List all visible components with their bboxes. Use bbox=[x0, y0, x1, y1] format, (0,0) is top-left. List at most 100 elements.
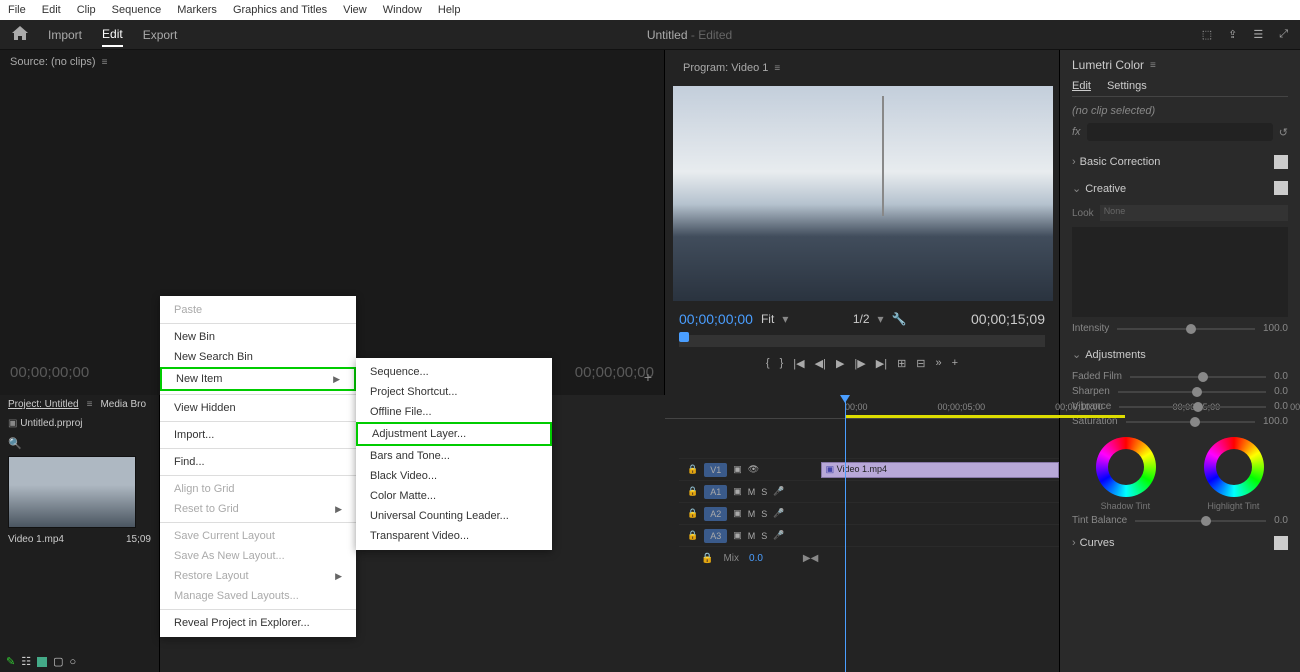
btn-add-icon[interactable]: + bbox=[952, 357, 958, 370]
look-dropdown[interactable]: None bbox=[1100, 205, 1288, 221]
section-creative[interactable]: Creative bbox=[1085, 183, 1126, 195]
source-title[interactable]: Source: (no clips) bbox=[10, 56, 96, 68]
fullscreen-icon[interactable]: ⤢ bbox=[1279, 28, 1288, 41]
lift-icon[interactable]: ⊞ bbox=[897, 357, 906, 370]
ctx-import[interactable]: Import... bbox=[160, 425, 356, 445]
section-curves[interactable]: Curves bbox=[1080, 537, 1115, 549]
ctx-sequence[interactable]: Sequence... bbox=[356, 362, 552, 382]
lumetri-tab-edit[interactable]: Edit bbox=[1072, 80, 1091, 92]
track-a2[interactable]: A2 bbox=[704, 507, 727, 521]
saturation-slider[interactable] bbox=[1126, 421, 1255, 423]
add-button-icon[interactable]: + bbox=[644, 369, 652, 385]
tab-project[interactable]: Project: Untitled bbox=[8, 399, 79, 410]
track-a3[interactable]: A3 bbox=[704, 529, 727, 543]
panel-menu-icon[interactable]: ≡ bbox=[102, 57, 108, 68]
mic-icon[interactable]: 🎤 bbox=[773, 530, 784, 541]
program-video[interactable] bbox=[673, 86, 1053, 301]
work-area[interactable] bbox=[845, 415, 1125, 418]
faded-slider[interactable] bbox=[1130, 376, 1266, 378]
solo-button[interactable]: S bbox=[761, 487, 767, 497]
chevron-right-icon[interactable]: › bbox=[1072, 537, 1076, 549]
lock-icon[interactable]: 🔒 bbox=[687, 530, 698, 541]
go-out-icon[interactable]: ▶| bbox=[876, 357, 887, 370]
ctx-project-shortcut[interactable]: Project Shortcut... bbox=[356, 382, 552, 402]
menu-help[interactable]: Help bbox=[438, 4, 461, 16]
enable-checkbox[interactable] bbox=[1274, 536, 1288, 550]
ctx-adjustment-layer[interactable]: Adjustment Layer... bbox=[356, 422, 552, 446]
mix-value[interactable]: 0.0 bbox=[749, 553, 763, 564]
menu-edit[interactable]: Edit bbox=[42, 4, 61, 16]
lock-icon[interactable]: 🔒 bbox=[701, 553, 713, 564]
chevron-down-icon[interactable]: ⌄ bbox=[1072, 349, 1081, 361]
toggle-output-icon[interactable]: ▣ bbox=[733, 486, 742, 497]
step-fwd-icon[interactable]: |▶ bbox=[854, 357, 865, 370]
zoom-slider[interactable]: ○ bbox=[70, 656, 77, 668]
ctx-reveal-explorer[interactable]: Reveal Project in Explorer... bbox=[160, 613, 356, 633]
freeform-icon[interactable]: ▢ bbox=[53, 655, 63, 668]
export-frame-icon[interactable]: » bbox=[936, 357, 942, 370]
clip-thumbnail[interactable] bbox=[8, 456, 136, 528]
effect-name-field[interactable] bbox=[1087, 123, 1273, 141]
solo-button[interactable]: S bbox=[761, 531, 767, 541]
ctx-color-matte[interactable]: Color Matte... bbox=[356, 486, 552, 506]
menu-markers[interactable]: Markers bbox=[177, 4, 217, 16]
search-icon[interactable]: 🔍 bbox=[8, 437, 22, 450]
lumetri-title[interactable]: Lumetri Color bbox=[1072, 58, 1144, 72]
program-scrubber[interactable] bbox=[679, 335, 1045, 347]
scale-dropdown[interactable]: 1/2 bbox=[853, 312, 870, 326]
ctx-find[interactable]: Find... bbox=[160, 452, 356, 472]
play-icon[interactable]: ▶ bbox=[836, 357, 844, 370]
step-back-icon[interactable]: ◀| bbox=[815, 357, 826, 370]
menu-file[interactable]: File bbox=[8, 4, 26, 16]
list-view-icon[interactable]: ☷ bbox=[21, 655, 31, 668]
menu-graphics[interactable]: Graphics and Titles bbox=[233, 4, 327, 16]
intensity-slider[interactable] bbox=[1117, 328, 1255, 330]
sharpen-slider[interactable] bbox=[1118, 391, 1266, 393]
workspace-menu-icon[interactable]: ☰ bbox=[1253, 28, 1263, 41]
mute-button[interactable]: M bbox=[748, 509, 756, 519]
quick-export-icon[interactable]: ⬚ bbox=[1202, 28, 1212, 41]
eye-icon[interactable]: 👁 bbox=[748, 464, 759, 475]
highlight-tint-wheel[interactable] bbox=[1204, 437, 1264, 497]
solo-button[interactable]: S bbox=[761, 509, 767, 519]
menu-sequence[interactable]: Sequence bbox=[112, 4, 162, 16]
ctx-new-search-bin[interactable]: New Search Bin bbox=[160, 347, 356, 367]
vibrance-slider[interactable] bbox=[1119, 406, 1266, 408]
shadow-tint-wheel[interactable] bbox=[1096, 437, 1156, 497]
mic-icon[interactable]: 🎤 bbox=[773, 486, 784, 497]
chevron-down-icon[interactable]: ⌄ bbox=[1072, 183, 1081, 195]
ctx-new-bin[interactable]: New Bin bbox=[160, 327, 356, 347]
tintbalance-slider[interactable] bbox=[1135, 520, 1266, 522]
mark-out-icon[interactable]: } bbox=[780, 357, 784, 370]
track-a1[interactable]: A1 bbox=[704, 485, 727, 499]
enable-checkbox[interactable] bbox=[1274, 181, 1288, 195]
lumetri-tab-settings[interactable]: Settings bbox=[1107, 80, 1147, 92]
share-icon[interactable]: ⇪ bbox=[1228, 28, 1237, 41]
ctx-black-video[interactable]: Black Video... bbox=[356, 466, 552, 486]
toggle-output-icon[interactable]: ▣ bbox=[733, 464, 742, 475]
mic-icon[interactable]: 🎤 bbox=[773, 508, 784, 519]
menu-window[interactable]: Window bbox=[383, 4, 422, 16]
toggle-output-icon[interactable]: ▣ bbox=[733, 508, 742, 519]
lock-icon[interactable]: 🔒 bbox=[687, 486, 698, 497]
ctx-view-hidden[interactable]: View Hidden bbox=[160, 398, 356, 418]
ctx-new-item[interactable]: New Item▶ bbox=[160, 367, 356, 391]
menu-view[interactable]: View bbox=[343, 4, 367, 16]
keyframe-icon[interactable]: ▶◀ bbox=[803, 553, 818, 564]
timeline-ruler[interactable]: 00;00 00;00;05;00 00;00;10;00 00;00;15;0… bbox=[665, 395, 1059, 419]
ctx-transparent-video[interactable]: Transparent Video... bbox=[356, 526, 552, 546]
ctx-offline-file[interactable]: Offline File... bbox=[356, 402, 552, 422]
reset-icon[interactable]: ↺ bbox=[1279, 126, 1288, 139]
panel-menu-icon[interactable]: ≡ bbox=[774, 63, 780, 74]
lock-icon[interactable]: 🔒 bbox=[687, 508, 698, 519]
enable-checkbox[interactable] bbox=[1274, 155, 1288, 169]
go-in-icon[interactable]: |◀ bbox=[793, 357, 804, 370]
mute-button[interactable]: M bbox=[748, 531, 756, 541]
icon-view-icon[interactable] bbox=[37, 657, 47, 667]
tab-edit[interactable]: Edit bbox=[102, 23, 123, 47]
settings-icon[interactable]: 🔧 bbox=[892, 312, 907, 326]
fit-dropdown[interactable]: Fit bbox=[761, 312, 774, 326]
mark-in-icon[interactable]: { bbox=[766, 357, 770, 370]
ctx-counting-leader[interactable]: Universal Counting Leader... bbox=[356, 506, 552, 526]
mute-button[interactable]: M bbox=[748, 487, 756, 497]
